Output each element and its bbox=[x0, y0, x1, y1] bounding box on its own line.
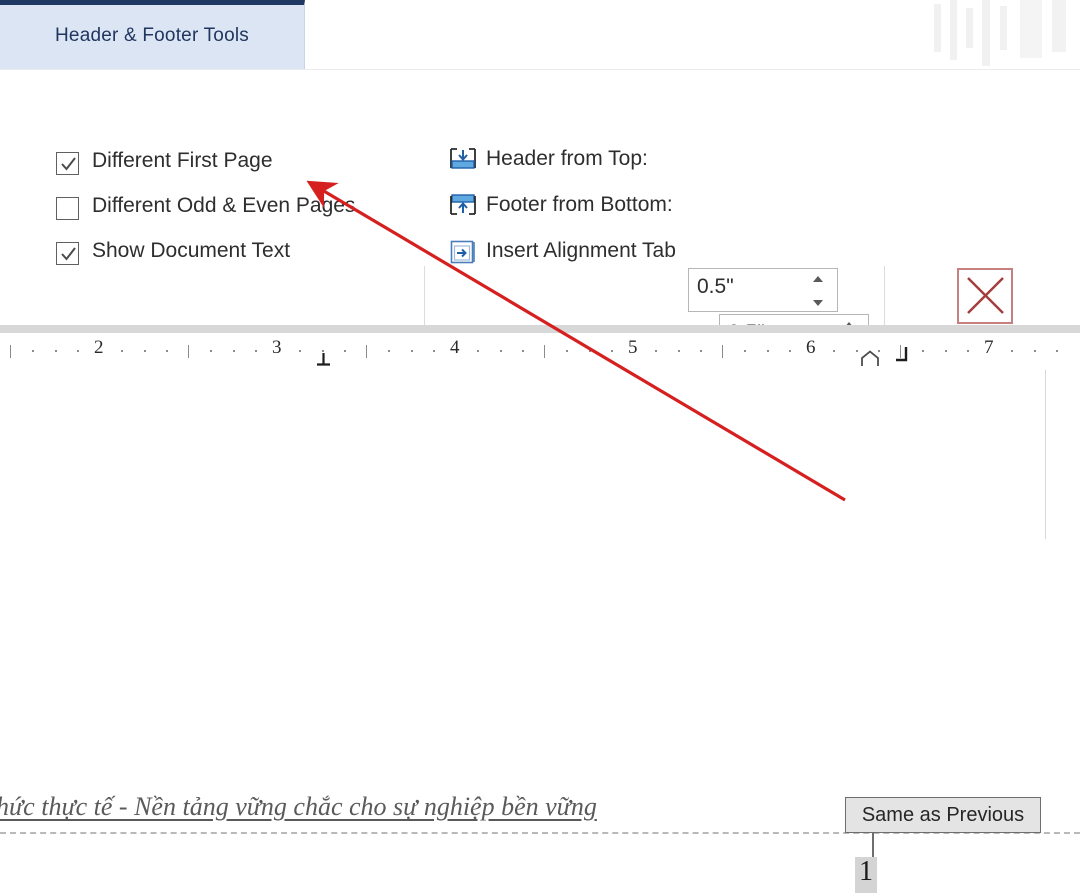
checkbox-box-unchecked[interactable] bbox=[56, 197, 79, 220]
ruler-minor-tick bbox=[700, 350, 702, 352]
checkbox-box-checked[interactable] bbox=[56, 152, 79, 175]
header-from-top-label: Header from Top: bbox=[486, 147, 648, 170]
ruler-minor-tick bbox=[388, 350, 390, 352]
ruler-minor-tick bbox=[477, 350, 479, 352]
ruler-minor-tick bbox=[1034, 350, 1036, 352]
header-from-top-spinner[interactable]: 0.5" bbox=[688, 268, 838, 312]
ruler-minor-tick bbox=[1011, 350, 1013, 352]
ruler-minor-tick bbox=[233, 350, 235, 352]
ruler-minor-tick bbox=[1056, 350, 1058, 352]
ruler-minor-tick bbox=[121, 350, 123, 352]
ruler-number: 2 bbox=[94, 337, 104, 358]
ribbon-tab-row: Design Tell me what you want to do bbox=[0, 70, 1080, 194]
ruler-number: 3 bbox=[272, 337, 282, 358]
ruler-half-inch-tick bbox=[188, 345, 189, 358]
ruler-minor-tick bbox=[255, 350, 257, 352]
ruler-minor-tick bbox=[945, 350, 947, 352]
ruler-minor-tick bbox=[566, 350, 568, 352]
document-area[interactable]: hức thực tế - Nền tảng vững chắc cho sự … bbox=[0, 370, 1080, 893]
ruler-minor-tick bbox=[500, 350, 502, 352]
ribbon-bottom-shadow bbox=[0, 325, 1080, 333]
ribbon-body: s Different First Page Different Odd & E… bbox=[0, 128, 1080, 447]
ruler-minor-tick bbox=[411, 350, 413, 352]
insert-alignment-tab-label: Insert Alignment Tab bbox=[486, 239, 676, 262]
ruler-minor-tick bbox=[744, 350, 746, 352]
same-as-previous-tag: Same as Previous bbox=[845, 797, 1041, 833]
ruler-minor-tick bbox=[210, 350, 212, 352]
spinner-down-arrow-icon bbox=[813, 300, 823, 306]
ruler-minor-tick bbox=[922, 350, 924, 352]
page-right-edge-line bbox=[1045, 370, 1046, 539]
contextual-tab-label: Header & Footer Tools bbox=[55, 25, 249, 46]
ruler-minor-tick bbox=[967, 350, 969, 352]
tabstrip-filler bbox=[305, 0, 920, 70]
header-from-top-value[interactable]: 0.5" bbox=[697, 275, 734, 299]
header-text-line[interactable]: hức thực tế - Nền tảng vững chắc cho sự … bbox=[0, 792, 597, 822]
ruler-minor-tick bbox=[678, 350, 680, 352]
ruler-minor-tick bbox=[344, 350, 346, 352]
header-from-top-icon bbox=[448, 146, 478, 176]
horizontal-ruler[interactable] bbox=[0, 333, 1080, 371]
checkbox-label: Different First Page bbox=[92, 149, 273, 172]
ruler-number: 7 bbox=[984, 337, 994, 358]
ruler-minor-tick bbox=[144, 350, 146, 352]
ruler-number: 6 bbox=[806, 337, 816, 358]
ruler-minor-tick bbox=[789, 350, 791, 352]
ruler-minor-tick bbox=[522, 350, 524, 352]
insert-alignment-tab-icon bbox=[448, 238, 478, 268]
ruler-minor-tick bbox=[299, 350, 301, 352]
ruler-minor-tick bbox=[55, 350, 57, 352]
ruler-half-inch-tick bbox=[544, 345, 545, 358]
ruler-minor-tick bbox=[77, 350, 79, 352]
watermark-bars bbox=[920, 0, 1080, 70]
footer-from-bottom-icon bbox=[448, 192, 478, 222]
checkbox-label: Different Odd & Even Pages bbox=[92, 194, 356, 217]
page-number-value: 1 bbox=[859, 856, 873, 887]
checkbox-box-checked[interactable] bbox=[56, 242, 79, 265]
contextual-tab-header-footer-tools[interactable]: Header & Footer Tools bbox=[0, 0, 305, 70]
ruler-minor-tick bbox=[611, 350, 613, 352]
ruler-minor-tick bbox=[166, 350, 168, 352]
ruler-number: 5 bbox=[628, 337, 638, 358]
ruler-minor-tick bbox=[433, 350, 435, 352]
checkbox-label: Show Document Text bbox=[92, 239, 291, 262]
ruler-minor-tick bbox=[655, 350, 657, 352]
ruler-number: 4 bbox=[450, 337, 460, 358]
ruler-minor-tick bbox=[833, 350, 835, 352]
ruler-minor-tick bbox=[767, 350, 769, 352]
ruler-minor-tick bbox=[32, 350, 34, 352]
page-number-field[interactable]: 1 bbox=[855, 856, 877, 893]
close-x-icon bbox=[957, 268, 1013, 324]
ruler-half-inch-tick bbox=[10, 345, 11, 358]
ruler-half-inch-tick bbox=[722, 345, 723, 358]
spinner-up-arrow-icon bbox=[813, 276, 823, 282]
ruler-half-inch-tick bbox=[366, 345, 367, 358]
footer-from-bottom-label: Footer from Bottom: bbox=[486, 193, 673, 216]
ruler-minor-tick bbox=[589, 350, 591, 352]
spinner-arrows[interactable] bbox=[813, 274, 827, 308]
right-tab-stop-marker[interactable] bbox=[893, 345, 911, 370]
